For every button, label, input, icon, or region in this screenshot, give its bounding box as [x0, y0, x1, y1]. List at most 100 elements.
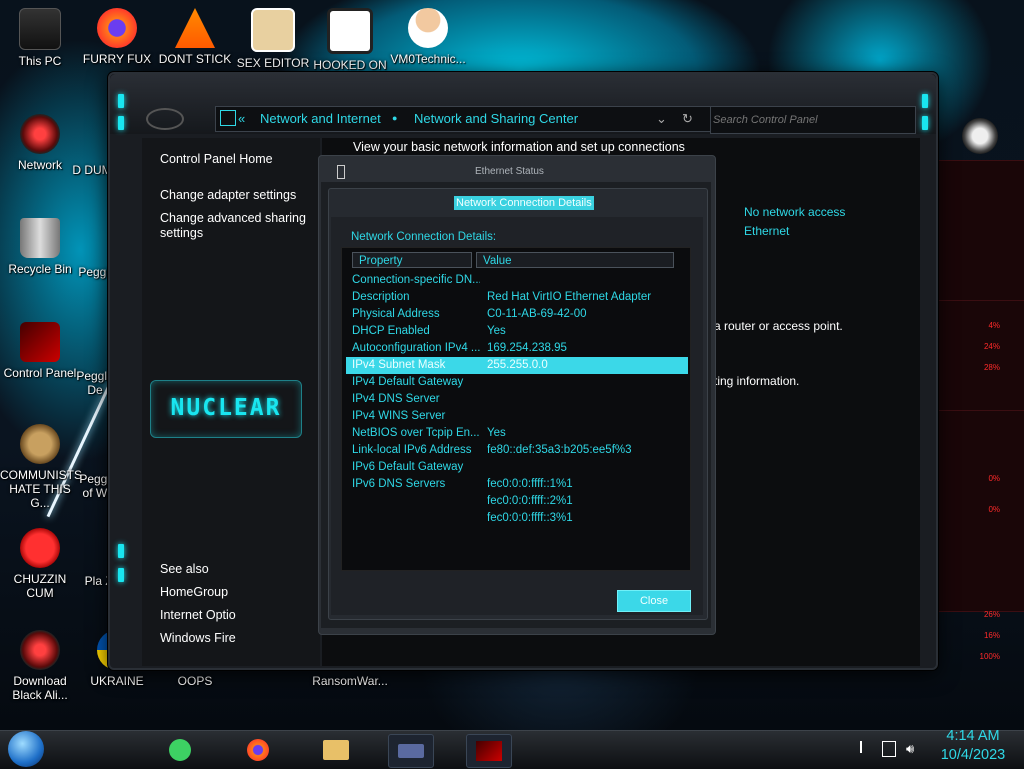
monitor-value: 100%: [979, 652, 1000, 661]
row-property: IPv4 Subnet Mask: [352, 359, 446, 371]
doctor-icon: [408, 8, 448, 48]
link-windows-firewall[interactable]: Windows Fire: [160, 631, 236, 646]
desktop-icon-communists[interactable]: COMMUNISTS HATE THIS G...: [0, 424, 82, 510]
desktop-icon-label: FURRY FUX: [82, 52, 152, 66]
system-monitor-widget: 4%: [930, 160, 1024, 332]
control-panel-icon: [20, 322, 60, 362]
desktop-icon-chuzzin[interactable]: CHUZZIN CUM: [0, 528, 80, 600]
details-row[interactable]: Physical Address C0-11-AB-69-42-00: [346, 306, 688, 323]
details-row[interactable]: IPv4 Subnet Mask 255.255.0.0: [346, 357, 688, 374]
column-header-property[interactable]: Property: [352, 252, 472, 268]
row-value: 169.254.238.95: [487, 342, 567, 354]
desktop-icon-dont-stick[interactable]: DONT STICK: [155, 8, 235, 66]
row-property: Connection-specific DN...: [352, 274, 480, 286]
row-value: Red Hat VirtIO Ethernet Adapter: [487, 291, 652, 303]
link-internet-options[interactable]: Internet Optio: [160, 608, 236, 623]
link-change-advanced-sharing-cont[interactable]: settings: [160, 226, 203, 241]
desktop-icon-this-pc[interactable]: This PC: [0, 8, 80, 68]
desktop-icon-sex-editor[interactable]: SEX EDITOR: [233, 8, 313, 70]
dialog-body: Network Connection Details: Property Val…: [331, 217, 703, 615]
taskbar-file-explorer[interactable]: [314, 734, 358, 766]
desktop-icon-control-panel[interactable]: Control Panel: [0, 322, 80, 380]
close-button[interactable]: Close: [617, 590, 691, 612]
chevron-down-icon[interactable]: ⌄: [656, 111, 667, 127]
row-property: DHCP Enabled: [352, 325, 430, 337]
row-value: Yes: [487, 427, 506, 439]
monitor-value: 4%: [988, 321, 1000, 330]
desktop-icon-label: Download Black Ali...: [12, 674, 68, 702]
monitor-value: 26%: [983, 610, 1000, 619]
maze-icon: [327, 8, 373, 54]
details-row[interactable]: Autoconfiguration IPv4 ... 169.254.238.95: [346, 340, 688, 357]
row-property: IPv6 DNS Servers: [352, 478, 446, 490]
content-text-fragment: a router or access point.: [714, 319, 843, 333]
sidebar: Control Panel Home Change adapter settin…: [142, 138, 320, 666]
row-property: Autoconfiguration IPv4 ...: [352, 342, 480, 354]
taskbar-notes-app[interactable]: [158, 734, 202, 766]
computer-icon: [19, 8, 61, 50]
breadcrumb-network-sharing-center[interactable]: Network and Sharing Center: [414, 111, 578, 126]
desktop-icon-label: Control Panel: [3, 366, 77, 380]
tray-speaker-icon[interactable]: 🔊︎: [906, 741, 914, 757]
details-row[interactable]: IPv6 Default Gateway: [346, 459, 688, 476]
desktop-icon-hooked-on[interactable]: HOOKED ON: [310, 8, 390, 72]
monitor-value: 0%: [988, 474, 1000, 483]
row-value: fe80::def:35a3:b205:ee5f%3: [487, 444, 632, 456]
glow-accent: [118, 544, 124, 558]
desktop-icon-vm0technic[interactable]: VM0Technic...: [388, 8, 468, 66]
desktop-icon-label: OOPS: [177, 674, 213, 688]
control-panel-icon: [476, 741, 502, 761]
alien-badge: [962, 118, 998, 154]
details-row[interactable]: IPv4 Default Gateway: [346, 374, 688, 391]
glow-accent: [922, 116, 928, 130]
details-row[interactable]: Description Red Hat VirtIO Ethernet Adapt…: [346, 289, 688, 306]
search-input[interactable]: [710, 106, 916, 134]
glow-accent: [118, 568, 124, 582]
details-row[interactable]: Link-local IPv6 Address fe80::def:35a3:b2…: [346, 442, 688, 459]
ethernet-status-title: Ethernet Status: [475, 166, 544, 177]
start-button[interactable]: [8, 731, 44, 767]
desktop-icon-furry-fux[interactable]: FURRY FUX: [77, 8, 157, 66]
address-bar[interactable]: « Network and Internet ● Network and Sha…: [215, 106, 711, 132]
desktop-icon-recycle-bin[interactable]: Recycle Bin: [0, 218, 80, 276]
refresh-icon[interactable]: ↻: [682, 111, 693, 127]
details-row[interactable]: Connection-specific DN...: [346, 272, 688, 289]
link-homegroup[interactable]: HomeGroup: [160, 585, 228, 600]
details-row[interactable]: DHCP Enabled Yes: [346, 323, 688, 340]
link-control-panel-home[interactable]: Control Panel Home: [160, 152, 273, 167]
link-change-adapter-settings[interactable]: Change adapter settings: [160, 188, 296, 203]
taskbar-network-app[interactable]: [388, 734, 434, 768]
details-row[interactable]: fec0:0:0:ffff::2%1: [346, 493, 688, 510]
details-row[interactable]: fec0:0:0:ffff::3%1: [346, 510, 688, 527]
column-header-value[interactable]: Value: [476, 252, 674, 268]
details-row[interactable]: IPv4 WINS Server: [346, 408, 688, 425]
tray-network-icon[interactable]: [882, 741, 896, 757]
desktop-icon-label: Recycle Bin: [8, 262, 72, 276]
desktop-icon-label: This PC: [18, 54, 62, 68]
details-row[interactable]: NetBIOS over Tcpip En... Yes: [346, 425, 688, 442]
desktop-icon-download-black[interactable]: Download Black Ali...: [0, 630, 80, 702]
taskbar-firefox[interactable]: [236, 734, 280, 766]
details-listview[interactable]: Property Value Connection-specific DN...…: [341, 247, 691, 571]
vlc-icon: [175, 8, 215, 48]
alien-icon: [20, 630, 60, 670]
back-button[interactable]: «: [238, 111, 245, 126]
window-logo-icon: [146, 108, 184, 130]
details-section-label: Network Connection Details:: [351, 231, 497, 243]
monitor-value: 24%: [983, 342, 1000, 351]
widget-values: 4% 24% 28% 0% 0% 26% 16% 100%: [970, 320, 1000, 662]
details-row[interactable]: IPv6 DNS Servers fec0:0:0:ffff::1%1: [346, 476, 688, 493]
clock-date[interactable]: 10/4/2023: [938, 747, 1008, 763]
nuclear-logo: NUCLEAR: [150, 380, 302, 438]
breadcrumb-network-and-internet[interactable]: Network and Internet: [260, 111, 381, 126]
network-connection-details-dialog: Network Connection Details Network Conne…: [328, 188, 708, 620]
clock-time[interactable]: 4:14 AM: [938, 728, 1008, 744]
details-row[interactable]: IPv4 DNS Server: [346, 391, 688, 408]
taskbar: 🔊︎: [0, 730, 1024, 769]
row-property: Description: [352, 291, 410, 303]
taskbar-control-panel[interactable]: [466, 734, 512, 768]
tray-flag-icon[interactable]: [860, 741, 872, 753]
link-change-advanced-sharing[interactable]: Change advanced sharing: [160, 211, 306, 226]
window-titlebar[interactable]: « Network and Internet ● Network and Sha…: [110, 74, 936, 134]
ethernet-link[interactable]: Ethernet: [744, 224, 789, 238]
